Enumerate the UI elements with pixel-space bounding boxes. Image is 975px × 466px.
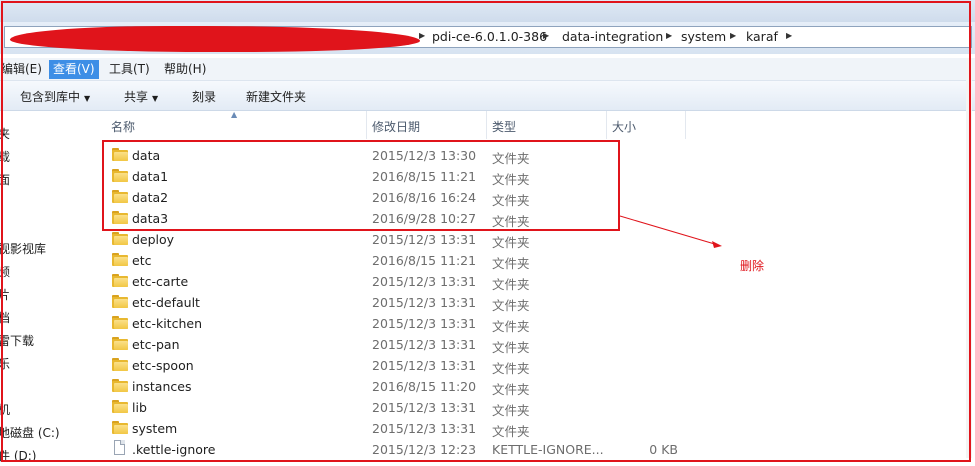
- annotation-arrow: [619, 215, 722, 248]
- annotation-label: 删除: [740, 259, 765, 273]
